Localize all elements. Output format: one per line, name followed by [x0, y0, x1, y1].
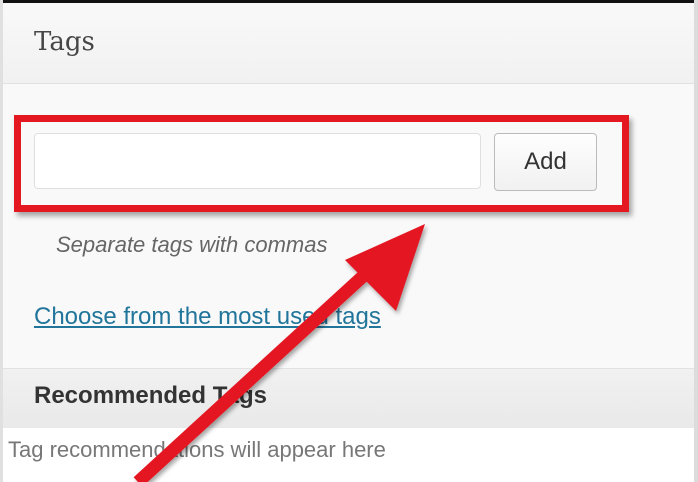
recommended-tags-title: Recommended Tags — [34, 382, 267, 409]
add-tag-button[interactable]: Add — [494, 133, 597, 191]
top-edge — [0, 0, 698, 3]
new-tag-input[interactable] — [34, 133, 481, 189]
left-edge — [0, 0, 3, 482]
tags-title: Tags — [34, 27, 95, 57]
recommendations-placeholder: Tag recommendations will appear here — [8, 437, 386, 462]
tags-metabox: Tags Add Separate tags with commas Choos… — [0, 0, 698, 482]
most-used-tags-link[interactable]: Choose from the most used tags — [34, 303, 381, 331]
tags-header[interactable] — [3, 3, 694, 84]
separate-tags-hint: Separate tags with commas — [56, 232, 328, 257]
right-edge — [694, 0, 698, 482]
